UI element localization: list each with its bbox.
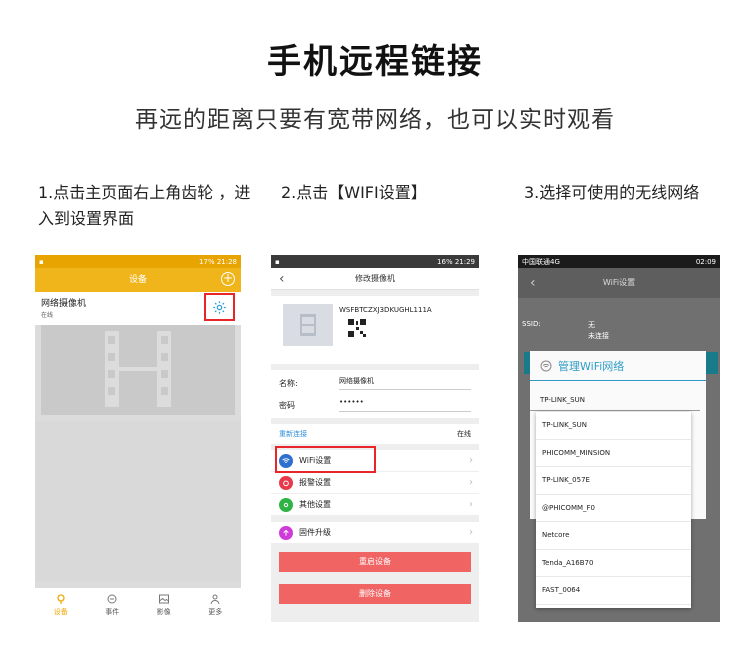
phone-1-screenshot: ▪ 17% 21:28 设备 + 网络摄像机 在线 设备 事件 影像 更多 xyxy=(35,255,241,622)
chevron-right-icon: › xyxy=(469,527,473,538)
tab-label: 事件 xyxy=(105,608,120,616)
back-arrow-icon[interactable]: ‹ xyxy=(530,268,536,298)
reconnect-link[interactable]: 重新连接 xyxy=(279,429,307,439)
page-subtitle: 再远的距离只要有宽带网络，也可以实时观看 xyxy=(135,107,615,133)
network-option[interactable]: Tenda_A16B70 xyxy=(536,550,691,577)
user-icon xyxy=(210,594,220,605)
dialog-header: 管理WiFi网络 xyxy=(530,351,706,381)
header-title: 修改摄像机 xyxy=(355,274,395,283)
password-label: 密码 xyxy=(279,400,295,410)
menu-label: 报警设置 xyxy=(299,478,331,487)
delete-device-button[interactable]: 删除设备 xyxy=(279,584,471,604)
dialog-title: 管理WiFi网络 xyxy=(558,359,625,373)
online-status: 在线 xyxy=(457,430,471,438)
ssid-label: SSID: xyxy=(522,320,541,328)
device-thumbnail xyxy=(283,304,333,346)
firmware-section: 固件升级 › xyxy=(271,522,479,544)
camera-preview[interactable] xyxy=(41,325,235,415)
add-device-icon[interactable]: + xyxy=(221,272,235,286)
chat-icon xyxy=(107,594,117,604)
chevron-right-icon: › xyxy=(469,455,473,466)
film-icon xyxy=(105,331,171,407)
status-time: 02:09 xyxy=(695,257,716,266)
upgrade-icon xyxy=(279,525,293,540)
restart-device-button[interactable]: 重启设备 xyxy=(279,552,471,572)
bottom-tab-bar: 设备 事件 影像 更多 xyxy=(35,588,241,622)
status-time: 17% 21:28 xyxy=(199,257,237,266)
network-dropdown: TP-LINK_SUN PHICOMM_MINSION TP-LINK_057E… xyxy=(536,412,691,608)
network-select[interactable]: TP-LINK_SUN xyxy=(530,389,700,411)
password-row: 密码 •••••• xyxy=(279,394,471,416)
qr-code-icon[interactable] xyxy=(347,318,367,338)
gear-icon[interactable] xyxy=(212,300,227,315)
phone-2-screenshot: ▪ 16% 21:29 ‹ 修改摄像机 WSFBTCZXJ3DKUGHL111A… xyxy=(271,255,479,622)
name-field[interactable]: 网络摄像机 xyxy=(339,376,471,390)
back-arrow-icon[interactable]: ‹ xyxy=(279,268,285,290)
menu-item-firmware-upgrade[interactable]: 固件升级 › xyxy=(271,522,479,544)
status-bar: ▪ 16% 21:29 xyxy=(271,255,479,268)
tab-label: 设备 xyxy=(53,608,68,616)
status-icons: ▪ xyxy=(275,257,280,266)
header-title: 设备 xyxy=(128,275,147,285)
wifi-settings-highlight-box xyxy=(275,446,376,473)
app-header: 设备 + xyxy=(35,268,241,292)
tab-label: 更多 xyxy=(208,608,223,616)
name-row: 名称: 网络摄像机 xyxy=(279,372,471,394)
image-icon xyxy=(158,594,169,604)
tab-media[interactable]: 影像 xyxy=(138,588,190,622)
gear-highlight-box xyxy=(204,293,235,321)
status-time: 16% 21:29 xyxy=(437,257,475,266)
alarm-icon xyxy=(279,475,293,490)
step-2-caption: 2.点击【WIFI设置】 xyxy=(281,183,427,202)
ssid-info: 无 未连接 xyxy=(588,320,609,342)
chevron-right-icon: › xyxy=(469,499,473,510)
page-title: 手机远程链接 xyxy=(267,42,483,82)
device-info: WSFBTCZXJ3DKUGHL111A xyxy=(271,296,479,364)
app-header: ‹ WiFi设置 xyxy=(518,268,720,298)
phone-3-screenshot: 中国联通4G 02:09 ‹ WiFi设置 SSID: 无 未连接 管理WiFi… xyxy=(518,255,720,622)
device-form: 名称: 网络摄像机 密码 •••••• xyxy=(271,370,479,418)
network-option[interactable]: Netcore xyxy=(536,522,691,550)
menu-label: 固件升级 xyxy=(299,528,331,537)
header-title: WiFi设置 xyxy=(602,278,636,287)
status-carrier: 中国联通4G xyxy=(522,257,560,266)
network-option[interactable]: PHICOMM_MINSION xyxy=(536,440,691,467)
password-field[interactable]: •••••• xyxy=(339,398,471,412)
chevron-right-icon: › xyxy=(469,477,473,488)
empty-area xyxy=(35,421,241,581)
network-option[interactable]: FAST_0064 xyxy=(536,577,691,605)
menu-label: 其他设置 xyxy=(299,500,331,509)
ssid-status: 未连接 xyxy=(588,332,609,340)
wifi-icon xyxy=(540,360,552,371)
menu-item-alarm-settings[interactable]: 报警设置 › xyxy=(271,472,479,494)
settings-icon xyxy=(279,497,293,512)
network-option[interactable]: TP-LINK_SUN xyxy=(536,412,691,440)
name-label: 名称: xyxy=(279,378,298,388)
app-header: ‹ 修改摄像机 xyxy=(271,268,479,290)
step-3-caption: 3.选择可使用的无线网络 xyxy=(524,183,700,202)
network-option[interactable]: TP-LINK_057E xyxy=(536,467,691,495)
tab-devices[interactable]: 设备 xyxy=(35,588,87,622)
film-icon xyxy=(300,314,316,336)
status-icons: ▪ xyxy=(39,257,44,266)
menu-item-other-settings[interactable]: 其他设置 › xyxy=(271,494,479,516)
ssid-value: 无 xyxy=(588,321,595,329)
tab-label: 影像 xyxy=(156,608,171,616)
location-pin-icon xyxy=(57,594,65,604)
tab-more[interactable]: 更多 xyxy=(190,588,242,622)
reconnect-row: 重新连接 在线 xyxy=(271,424,479,444)
tab-events[interactable]: 事件 xyxy=(87,588,139,622)
device-id: WSFBTCZXJ3DKUGHL111A xyxy=(339,306,432,314)
step-1-caption: 1.点击主页面右上角齿轮 ，进入到设置界面 xyxy=(38,183,251,228)
status-bar: ▪ 17% 21:28 xyxy=(35,255,241,268)
network-option[interactable]: @PHICOMM_F0 xyxy=(536,495,691,522)
status-bar: 中国联通4G 02:09 xyxy=(518,255,720,268)
camera-card[interactable]: 网络摄像机 在线 xyxy=(35,292,241,325)
